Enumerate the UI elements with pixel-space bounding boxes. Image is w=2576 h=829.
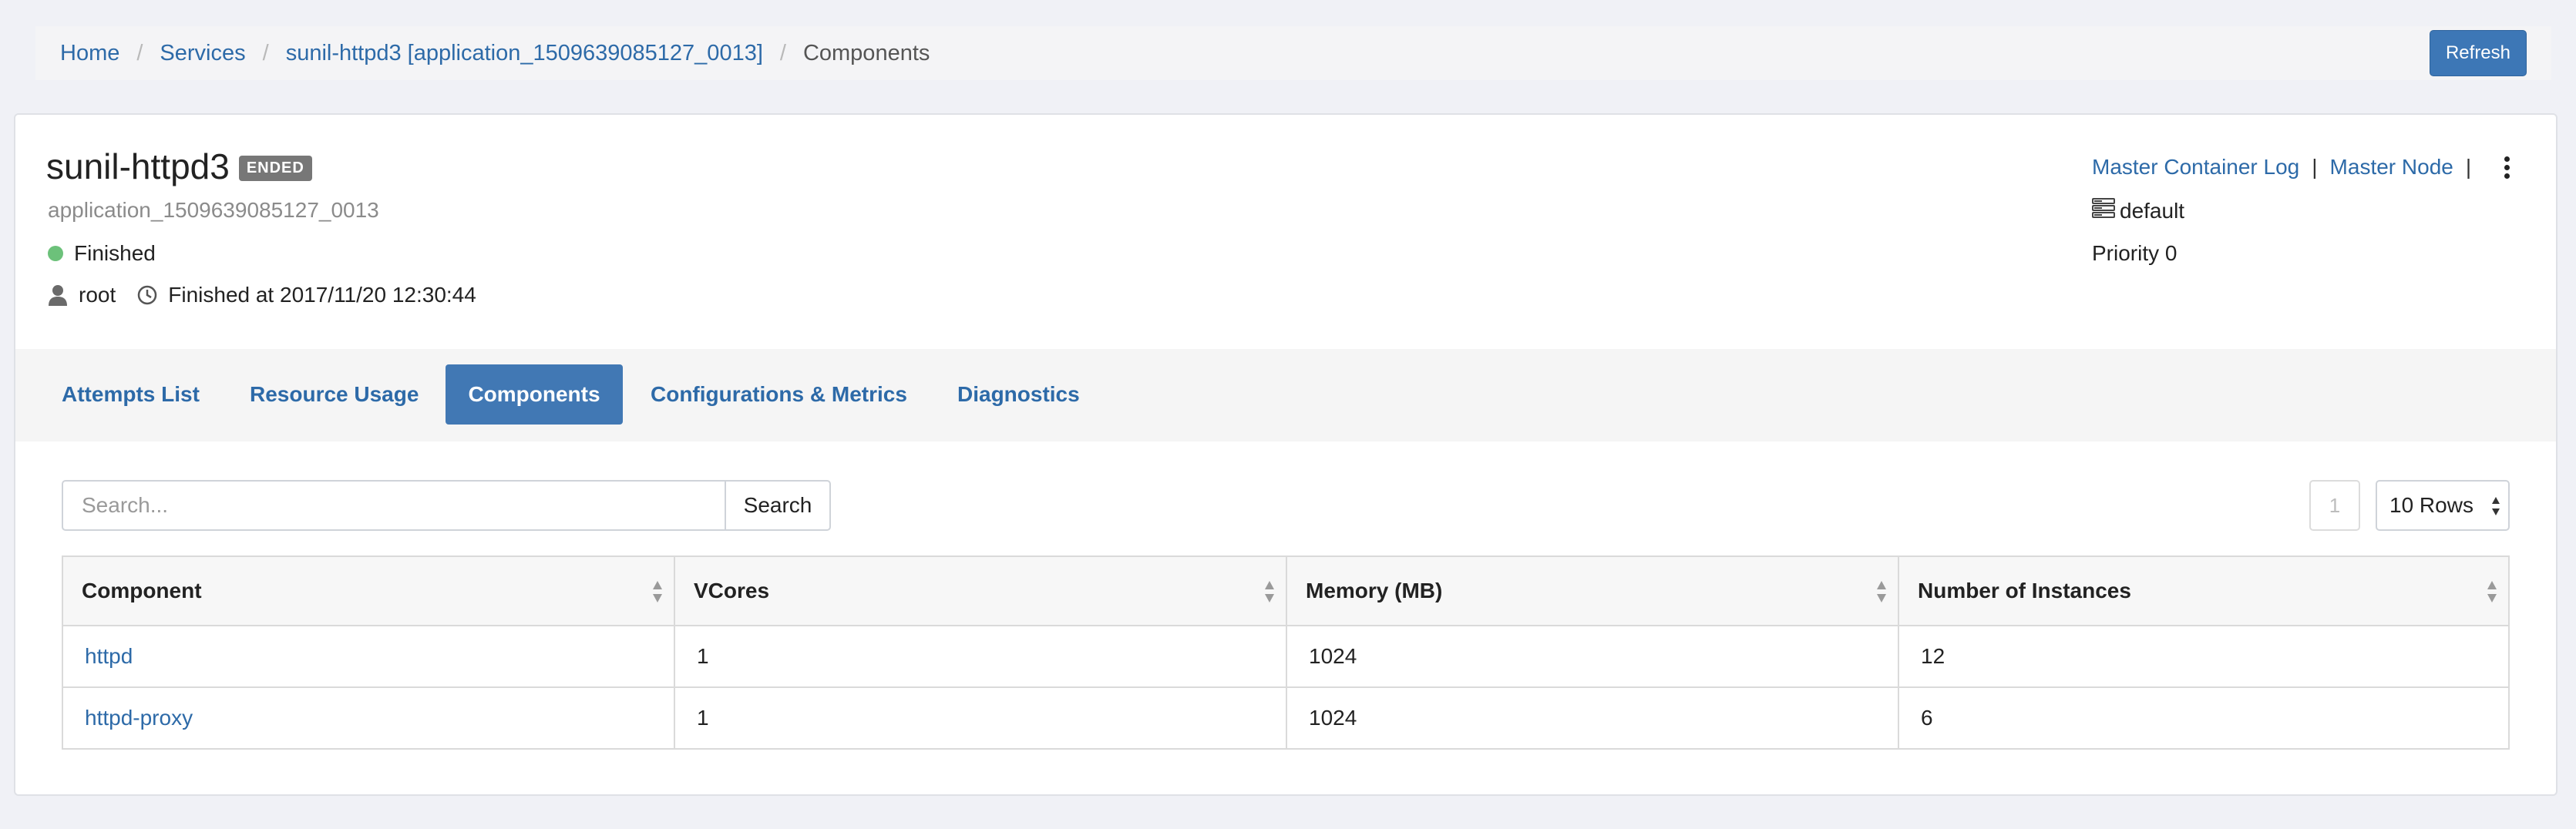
cell-memory: 1024 <box>1286 625 1899 688</box>
queue-name: default <box>2120 198 2185 223</box>
cell-memory: 1024 <box>1286 686 1899 750</box>
tab-attempts-list[interactable]: Attempts List <box>62 364 200 425</box>
link-separator: | <box>2312 155 2318 179</box>
queue-info: default <box>2092 198 2184 223</box>
cell-vcores: 1 <box>674 686 1287 750</box>
column-header-label: Memory (MB) <box>1306 579 1443 602</box>
table-row: httpd 1 1024 12 <box>62 625 2510 688</box>
sort-icon <box>1877 581 1886 602</box>
app-status: Finished <box>48 241 156 266</box>
rows-per-page-value: 10 Rows <box>2389 493 2473 517</box>
cell-instances: 12 <box>1898 625 2510 688</box>
user-name: root <box>79 283 116 307</box>
component-link[interactable]: httpd <box>85 644 133 668</box>
column-header-memory[interactable]: Memory (MB) <box>1286 555 1899 626</box>
app-header: sunil-httpd3 ENDED <box>46 146 312 187</box>
table-header-row: Component VCores Memory (MB) Number of I… <box>62 555 2510 626</box>
tab-configurations-metrics[interactable]: Configurations & Metrics <box>651 364 907 425</box>
components-table: Component VCores Memory (MB) Number of I… <box>62 555 2510 750</box>
column-header-label: Number of Instances <box>1918 579 2131 602</box>
rows-per-page-select[interactable]: 10 Rows <box>2376 480 2510 531</box>
breadcrumb-separator: / <box>262 40 269 65</box>
search-button[interactable]: Search <box>725 480 831 531</box>
header-links: Master Container Log | Master Node | <box>2092 155 2510 180</box>
cell-component: httpd-proxy <box>62 686 675 750</box>
breadcrumb-current: Components <box>802 40 930 65</box>
column-header-instances[interactable]: Number of Instances <box>1898 555 2510 626</box>
cell-component: httpd <box>62 625 675 688</box>
tab-components[interactable]: Components <box>446 364 623 425</box>
queue-icon <box>2092 198 2115 223</box>
select-arrows-icon <box>2492 497 2500 515</box>
tab-resource-usage[interactable]: Resource Usage <box>250 364 419 425</box>
component-link[interactable]: httpd-proxy <box>85 706 193 730</box>
search-input[interactable] <box>62 480 726 531</box>
status-badge: ENDED <box>238 155 312 181</box>
sort-icon <box>1265 581 1274 602</box>
kebab-menu-icon[interactable] <box>2504 156 2510 179</box>
refresh-button[interactable]: Refresh <box>2430 30 2527 76</box>
table-row: httpd-proxy 1 1024 6 <box>62 686 2510 750</box>
priority-text: Priority 0 <box>2092 241 2177 265</box>
cell-vcores: 1 <box>674 625 1287 688</box>
breadcrumb-separator: / <box>136 40 143 65</box>
column-header-vcores[interactable]: VCores <box>674 555 1287 626</box>
clock-icon <box>137 285 157 305</box>
status-dot-icon <box>48 246 63 261</box>
column-header-label: Component <box>82 579 202 602</box>
sort-icon <box>2487 581 2497 602</box>
page-title: sunil-httpd3 <box>46 146 230 186</box>
pagination-page[interactable]: 1 <box>2309 480 2360 531</box>
master-container-log-link[interactable]: Master Container Log <box>2092 155 2299 180</box>
status-text: Finished <box>74 241 156 265</box>
application-panel: sunil-httpd3 ENDED application_150963908… <box>14 113 2558 796</box>
column-header-component[interactable]: Component <box>62 555 675 626</box>
breadcrumb-home[interactable]: Home <box>60 41 119 66</box>
tabs-bar: Attempts List Resource Usage Components … <box>15 349 2556 441</box>
user-icon <box>48 284 68 306</box>
app-meta: root Finished at 2017/11/20 12:30:44 <box>48 283 476 307</box>
column-header-label: VCores <box>694 579 770 602</box>
cell-instances: 6 <box>1898 686 2510 750</box>
breadcrumb-separator: / <box>779 40 786 65</box>
master-node-link[interactable]: Master Node <box>2330 155 2453 180</box>
application-id: application_1509639085127_0013 <box>48 198 379 222</box>
breadcrumb: Home / Services / sunil-httpd3 [applicat… <box>35 26 2551 80</box>
link-separator: | <box>2465 155 2472 179</box>
tab-diagnostics[interactable]: Diagnostics <box>957 364 1080 425</box>
finished-time: Finished at 2017/11/20 12:30:44 <box>168 283 476 307</box>
breadcrumb-application[interactable]: sunil-httpd3 [application_1509639085127_… <box>286 41 763 66</box>
breadcrumb-services[interactable]: Services <box>160 41 245 66</box>
sort-icon <box>653 581 662 602</box>
